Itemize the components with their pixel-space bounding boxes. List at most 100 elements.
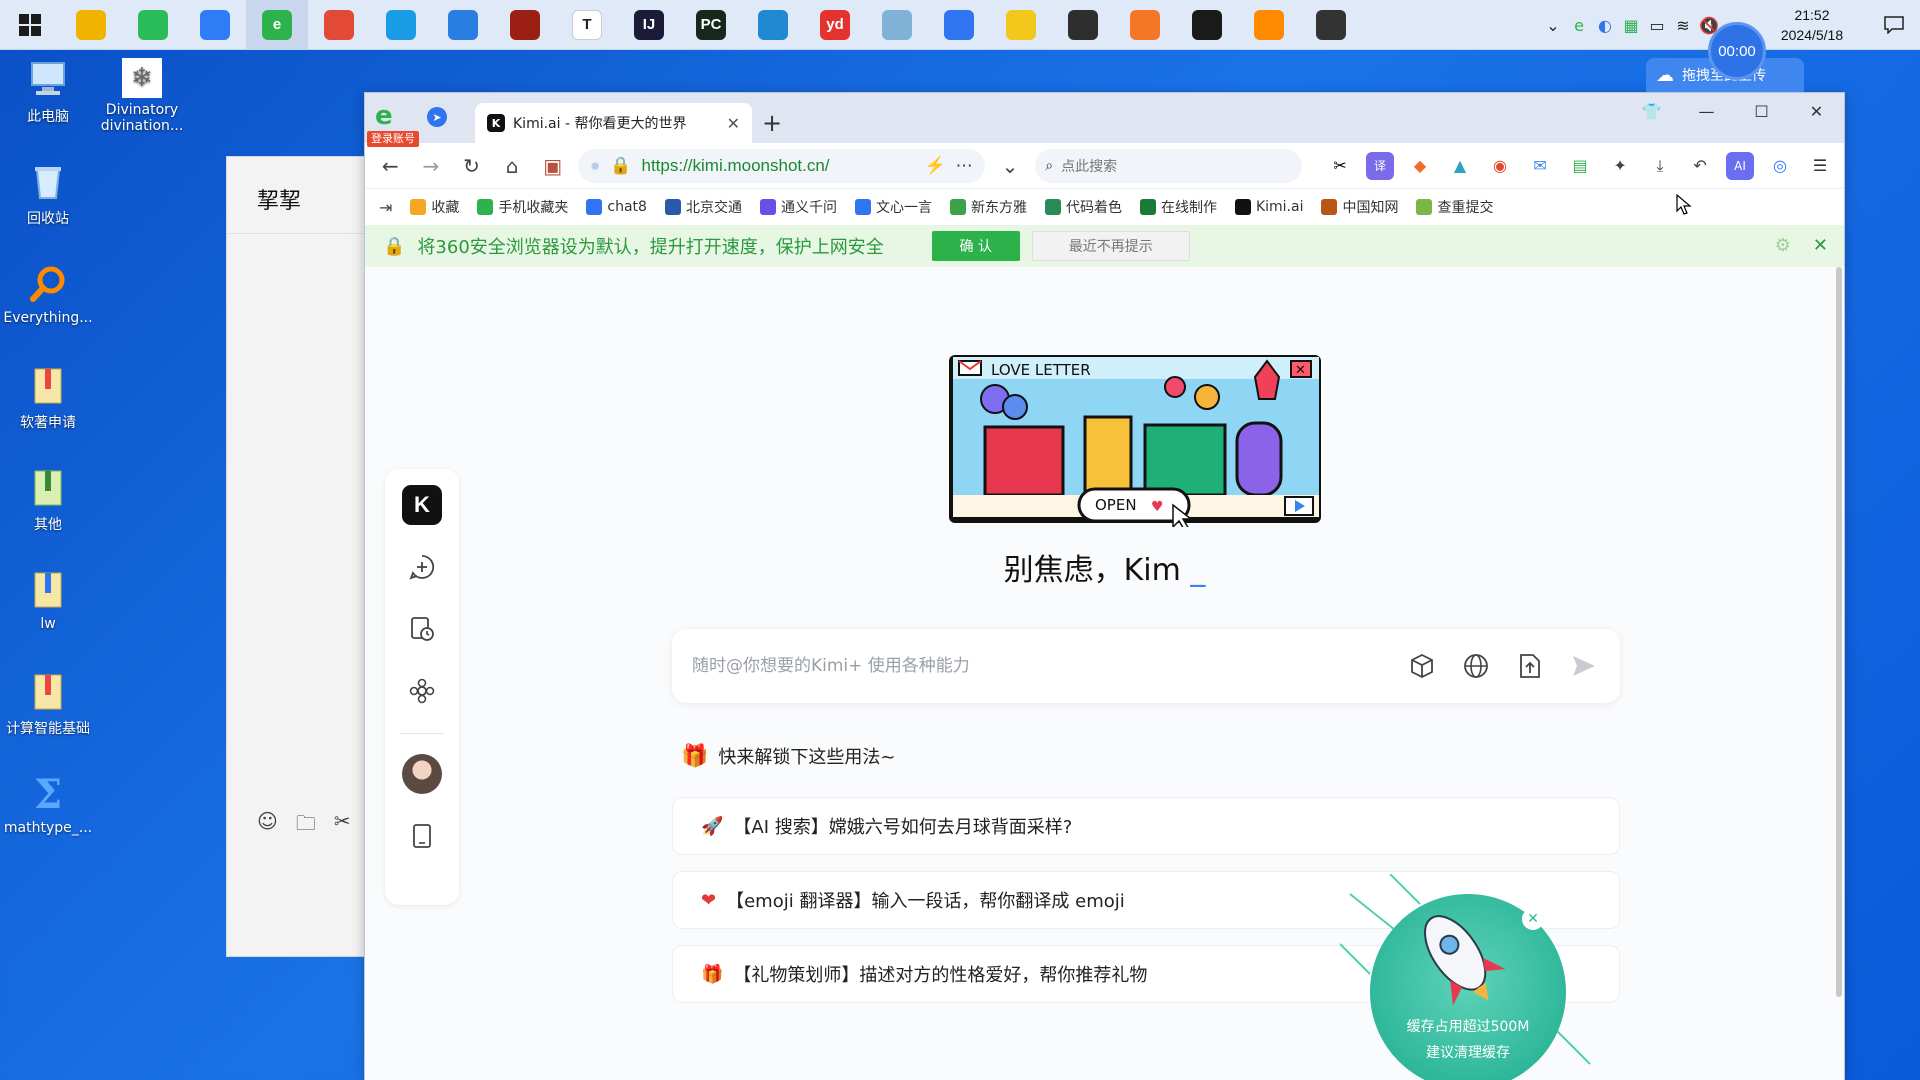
address-bar[interactable]: ● 🔒 https://kimi.moonshot.cn/ ⚡ ⋯	[578, 148, 985, 183]
scrollbar[interactable]	[1836, 267, 1842, 997]
more-icon[interactable]: ⋯	[956, 156, 973, 176]
minimize-button[interactable]: —	[1679, 93, 1734, 129]
taskbar-app-acrobat[interactable]	[494, 0, 556, 50]
sidebar-toggle-icon[interactable]: ⇥	[379, 198, 392, 217]
bookmark-item[interactable]: Kimi.ai	[1234, 199, 1303, 215]
taskbar-app-app-14[interactable]	[866, 0, 928, 50]
clock[interactable]: 21:52 2024/5/18	[1756, 5, 1868, 45]
close-icon[interactable]: ✕	[1813, 235, 1828, 256]
globe-icon[interactable]	[1460, 650, 1492, 682]
bookmark-item[interactable]: 通义千问	[759, 197, 837, 217]
desktop-icon-other[interactable]: 其他	[0, 466, 96, 534]
bookmark-item[interactable]: 文心一言	[854, 197, 932, 217]
gear-icon[interactable]: ⚙	[1775, 235, 1791, 256]
briefcase-icon[interactable]: ▣	[537, 150, 568, 182]
taskbar-app-feishu[interactable]	[184, 0, 246, 50]
taskbar-app-network-app[interactable]	[1300, 0, 1362, 50]
mail-icon[interactable]: ✉	[1526, 152, 1554, 180]
download-icon[interactable]: ⤓	[1646, 152, 1674, 180]
ai-icon[interactable]: AI	[1726, 151, 1755, 180]
close-window-button[interactable]: ✕	[1789, 93, 1844, 129]
taskbar-app-edge[interactable]	[370, 0, 432, 50]
taskbar-app-vscode[interactable]	[742, 0, 804, 50]
360-logo-icon[interactable]: e	[375, 101, 393, 131]
desktop-icon-computational-intelligence[interactable]: 计算智能基础	[0, 670, 96, 738]
dont-remind-button[interactable]: 最近不再提示	[1031, 231, 1190, 261]
upload-file-icon[interactable]	[1514, 650, 1546, 682]
start-button[interactable]	[0, 0, 60, 50]
reader-icon[interactable]: ▤	[1566, 152, 1594, 180]
taskbar-app-terminal[interactable]	[1052, 0, 1114, 50]
taskbar-app-jupyter[interactable]	[1114, 0, 1176, 50]
taskbar-app-mysql-console[interactable]	[1176, 0, 1238, 50]
desktop-icon-lw[interactable]: lw	[0, 568, 96, 632]
home-button[interactable]: ⌂	[497, 150, 528, 182]
maximize-button[interactable]: ☐	[1734, 93, 1789, 129]
new-tab-button[interactable]: +	[752, 103, 792, 143]
translate-icon[interactable]: 译	[1366, 151, 1395, 180]
taskbar-app-file-explorer[interactable]	[60, 0, 122, 50]
desktop-icon-recycle-bin[interactable]: 回收站	[0, 160, 96, 228]
kimi-plus-icon[interactable]	[402, 671, 442, 711]
chevron-up-icon[interactable]: ⌄	[1540, 12, 1566, 38]
forward-button[interactable]: →	[416, 150, 447, 182]
game-icon[interactable]: ◆	[1406, 152, 1434, 180]
bookmark-item[interactable]: 新东方雅	[949, 197, 1027, 217]
reload-button[interactable]: ↻	[456, 150, 487, 182]
sync-icon[interactable]: ◎	[1766, 152, 1794, 180]
chevron-down-icon[interactable]: ⌄	[995, 150, 1026, 182]
kimi-logo-icon[interactable]: K	[402, 485, 442, 525]
taskbar-app-pycharm[interactable]: PC	[680, 0, 742, 50]
wifi-icon[interactable]: ≋	[1670, 12, 1696, 38]
shirt-icon[interactable]: 👕	[1624, 93, 1679, 129]
desktop-icon-mathtype[interactable]: Σ mathtype_...	[0, 771, 96, 837]
tab-kimi[interactable]: K Kimi.ai - 帮你看更大的世界 ✕	[475, 103, 752, 143]
lightning-icon[interactable]: ⚡	[924, 156, 945, 176]
taskbar-app-baidu-netdisk[interactable]	[928, 0, 990, 50]
cache-cleanup-popup[interactable]: ✕ 缓存占用超过500M 建议清理缓存	[1340, 874, 1591, 1080]
history-icon[interactable]	[402, 609, 442, 649]
taskbar-app-photos[interactable]	[432, 0, 494, 50]
taskbar-app-typora[interactable]: T	[556, 0, 618, 50]
360-tray-icon[interactable]: e	[1566, 12, 1592, 38]
taskbar-app-youdao[interactable]: yd	[804, 0, 866, 50]
menu-icon[interactable]: ☰	[1806, 152, 1834, 180]
search-box[interactable]: ⌕	[1035, 148, 1303, 183]
send-icon[interactable]: ➤	[427, 107, 447, 127]
bookmark-item[interactable]: chat8	[586, 199, 647, 215]
bookmark-item[interactable]: 中国知网	[1321, 197, 1398, 217]
apps-tray-icon[interactable]: ▦	[1618, 12, 1644, 38]
notification-button[interactable]	[1868, 16, 1920, 34]
avatar[interactable]	[402, 754, 442, 794]
puzzle-icon[interactable]: ✦	[1606, 152, 1634, 180]
bookmark-item[interactable]: 手机收藏夹	[477, 197, 568, 217]
chart-icon[interactable]: ▲	[1446, 152, 1474, 180]
desktop-icon-everything[interactable]: Everything...	[0, 262, 96, 326]
phone-icon[interactable]	[402, 816, 442, 856]
folder-icon[interactable]: 🗀	[296, 809, 316, 843]
send-icon[interactable]	[1568, 650, 1600, 682]
emoji-icon[interactable]: ☺	[257, 809, 278, 843]
confirm-button[interactable]: 确 认	[931, 231, 1020, 261]
close-tab-icon[interactable]: ✕	[727, 114, 740, 133]
search-input[interactable]	[1061, 157, 1293, 174]
eye-icon[interactable]: ◉	[1486, 152, 1514, 180]
back-button[interactable]: ←	[375, 150, 406, 182]
login-badge[interactable]: 登录账号	[367, 131, 419, 147]
close-icon[interactable]: ✕	[1522, 908, 1544, 930]
bookmark-item[interactable]: 北京交通	[664, 197, 742, 217]
bookmark-item[interactable]: 代码着色	[1044, 197, 1122, 217]
battery-icon[interactable]: ▭	[1644, 12, 1670, 38]
desktop-icon-divination[interactable]: ❄ Divinatory divination...	[94, 58, 190, 134]
suggestion-ai-search[interactable]: 🚀 【AI 搜索】嫦娥六号如何去月球背面采样?	[672, 797, 1620, 855]
scissors-icon[interactable]: ✂	[1326, 152, 1354, 180]
taskbar-app-intellij[interactable]: IJ	[618, 0, 680, 50]
scissors-icon[interactable]: ✂	[334, 809, 351, 843]
bookmark-item[interactable]: 在线制作	[1139, 197, 1217, 217]
desktop-icon-this-pc[interactable]: 此电脑	[0, 58, 96, 126]
taskbar-app-360-browser[interactable]: e	[246, 0, 308, 50]
recording-timer[interactable]: 00:00	[1708, 22, 1766, 80]
prompt-input[interactable]	[692, 656, 1384, 676]
bookmark-item[interactable]: 收藏	[410, 197, 459, 217]
cube-icon[interactable]	[1406, 650, 1438, 682]
